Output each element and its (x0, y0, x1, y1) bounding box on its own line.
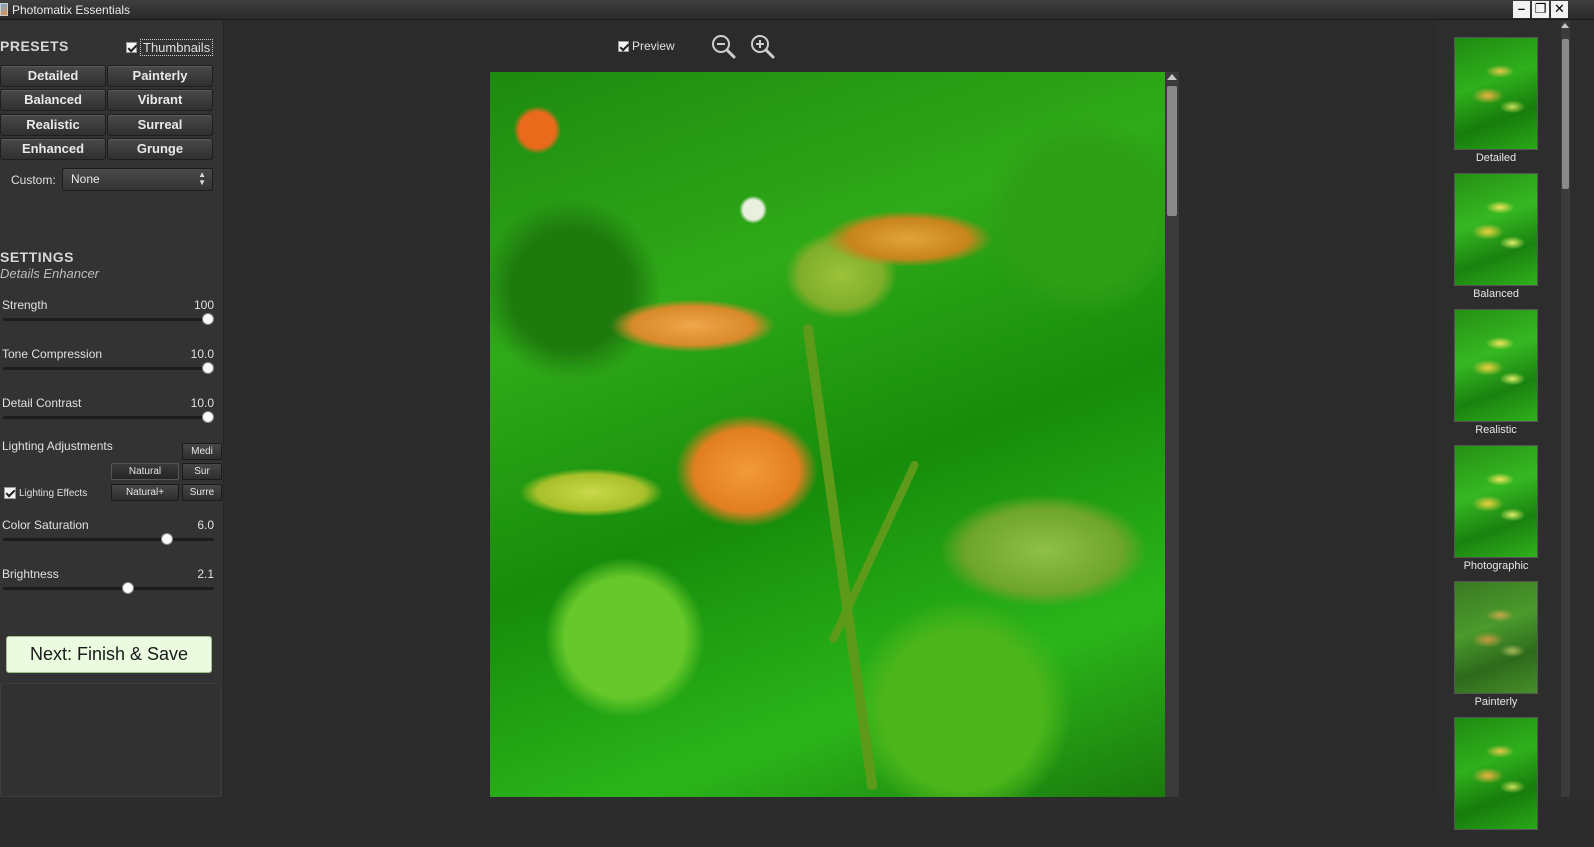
lighting-medium-button[interactable]: Medi (182, 443, 222, 460)
slider-value: 10.0 (190, 347, 214, 361)
preset-grunge-button[interactable]: Grunge (107, 138, 213, 160)
slider-track[interactable] (3, 416, 214, 419)
preview-area: Preview (225, 21, 1435, 797)
slider-thumb[interactable] (122, 582, 134, 594)
slider-label: Strength (2, 298, 48, 312)
preset-surreal-button[interactable]: Surreal (107, 114, 213, 136)
thumbnail-image[interactable] (1454, 581, 1538, 694)
next-finish-save-button[interactable]: Next: Finish & Save (6, 636, 212, 673)
thumbnail-label: Balanced (1473, 288, 1519, 300)
custom-label: Custom: (11, 173, 56, 187)
lighting-natural-button[interactable]: Natural (111, 463, 179, 480)
custom-preset-select[interactable]: None ▲ ▼ (62, 168, 213, 191)
slider-track[interactable] (3, 538, 214, 541)
strength-slider[interactable]: Strength 100 (0, 298, 218, 338)
thumbnail-label: Painterly (1474, 696, 1518, 708)
restore-button[interactable]: ❐ (1532, 1, 1549, 18)
minimize-button[interactable]: – (1513, 1, 1530, 18)
slider-label: Detail Contrast (2, 396, 82, 410)
slider-thumb[interactable] (161, 533, 173, 545)
slider-value: 100 (193, 298, 214, 312)
brightness-slider[interactable]: Brightness 2.1 (0, 567, 218, 607)
updown-arrows-icon: ▲ ▼ (198, 170, 206, 187)
thumbnails-label: Thumbnails (140, 39, 214, 56)
scrollbar-thumb[interactable] (1167, 86, 1177, 216)
info-panel (0, 683, 221, 797)
thumbnail-label: Realistic (1475, 424, 1517, 436)
preview-checkbox[interactable]: Preview (618, 39, 675, 53)
app-icon (0, 3, 8, 16)
preview-checkbox-box[interactable] (618, 40, 629, 52)
slider-label: Tone Compression (2, 347, 103, 361)
zoom-in-icon[interactable] (749, 33, 775, 59)
scroll-up-icon[interactable] (1167, 74, 1177, 80)
lighting-natural-plus-button[interactable]: Natural+ (111, 484, 179, 501)
window-title: Photomatix Essentials (12, 3, 131, 17)
thumbnail-label: Detailed (1475, 152, 1517, 164)
slider-value: 2.1 (197, 567, 214, 581)
slider-track[interactable] (3, 318, 214, 321)
close-button[interactable]: ✕ (1551, 1, 1568, 18)
zoom-out-icon[interactable] (710, 33, 736, 59)
thumbnails-scrollbar[interactable] (1561, 21, 1570, 797)
preset-vibrant-button[interactable]: Vibrant (107, 89, 213, 111)
preview-image[interactable] (490, 72, 1165, 797)
settings-subtitle: Details Enhancer (0, 266, 99, 281)
tone-compression-slider[interactable]: Tone Compression 10.0 (0, 347, 218, 387)
thumbnails-checkbox[interactable]: Thumbnails (126, 39, 214, 56)
thumbnail-realistic[interactable]: Realistic (1454, 309, 1538, 439)
thumbnail-image[interactable] (1454, 717, 1538, 830)
thumbnail-label: Photographic (1463, 560, 1529, 572)
lighting-effects-checkbox-box[interactable] (4, 487, 16, 499)
thumbnails-checkbox-box[interactable] (126, 42, 137, 53)
preset-enhanced-button[interactable]: Enhanced (0, 138, 106, 160)
lighting-adjustments-title: Lighting Adjustments (2, 439, 113, 453)
app-window: Photomatix Essentials – ❐ ✕ PRESETS Thum… (0, 0, 1594, 830)
thumbnail-image[interactable] (1454, 173, 1538, 286)
slider-label: Brightness (2, 567, 59, 581)
settings-title: SETTINGS (0, 249, 75, 265)
thumbnail-image[interactable] (1454, 37, 1538, 150)
left-panel: PRESETS Thumbnails Detailed Painterly Ba… (0, 21, 224, 797)
thumbnail-detailed[interactable]: Detailed (1454, 37, 1538, 167)
thumbnail-painterly[interactable]: Painterly (1454, 581, 1538, 711)
thumbnail-image[interactable] (1454, 445, 1538, 558)
slider-value: 10.0 (190, 396, 214, 410)
slider-value: 6.0 (197, 518, 214, 532)
preset-balanced-button[interactable]: Balanced (0, 89, 106, 111)
preset-realistic-button[interactable]: Realistic (0, 114, 106, 136)
thumbnail-image[interactable] (1454, 309, 1538, 422)
preview-scrollbar[interactable] (1165, 72, 1179, 797)
slider-thumb[interactable] (202, 411, 214, 423)
preview-label: Preview (632, 39, 675, 53)
lighting-surreal-plus-button[interactable]: Surre (182, 484, 222, 501)
lighting-effects-checkbox[interactable]: Lighting Effects (4, 487, 87, 499)
custom-preset-value: None (71, 172, 100, 186)
slider-track[interactable] (3, 587, 214, 590)
lighting-surreal-button[interactable]: Sur (182, 463, 222, 480)
preset-detailed-button[interactable]: Detailed (0, 65, 106, 87)
scroll-up-icon[interactable] (1561, 23, 1569, 28)
thumbnails-panel: Detailed Balanced Realistic Photographic… (1436, 21, 1594, 830)
lighting-effects-label: Lighting Effects (19, 487, 88, 499)
detail-contrast-slider[interactable]: Detail Contrast 10.0 (0, 396, 218, 436)
thumbnail-next[interactable] (1454, 717, 1538, 847)
presets-title: PRESETS (0, 38, 69, 54)
color-saturation-slider[interactable]: Color Saturation 6.0 (0, 518, 218, 558)
slider-thumb[interactable] (202, 313, 214, 325)
thumbnail-photographic[interactable]: Photographic (1454, 445, 1538, 575)
thumbnail-balanced[interactable]: Balanced (1454, 173, 1538, 303)
title-bar: Photomatix Essentials – ❐ ✕ (0, 0, 1594, 20)
slider-track[interactable] (3, 367, 214, 370)
slider-label: Color Saturation (2, 518, 89, 532)
scrollbar-thumb[interactable] (1562, 39, 1569, 189)
preset-painterly-button[interactable]: Painterly (107, 65, 213, 87)
slider-thumb[interactable] (202, 362, 214, 374)
